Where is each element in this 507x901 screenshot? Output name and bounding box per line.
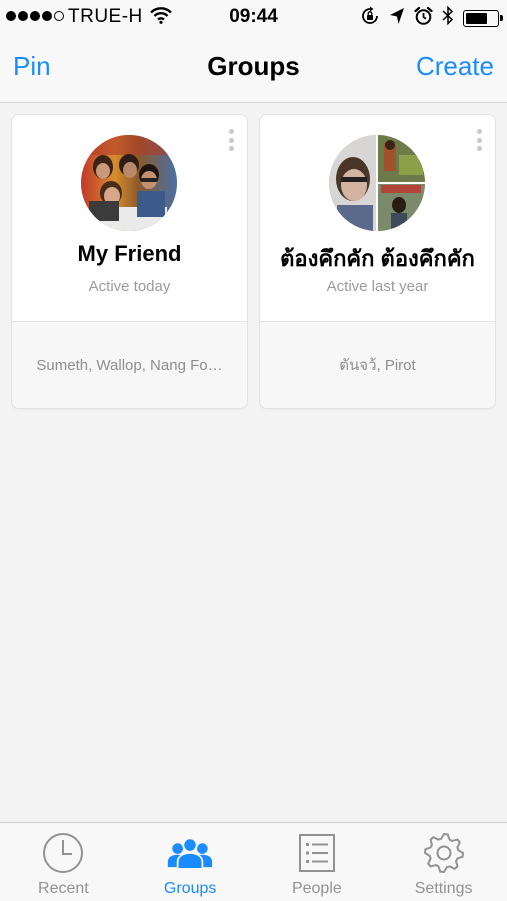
- battery-icon: [463, 10, 503, 27]
- alarm-icon: [414, 6, 433, 32]
- more-options-icon[interactable]: [225, 128, 237, 152]
- group-card[interactable]: ต้องคึกคัก ต้องคึกคัก Active last year ต…: [260, 115, 495, 408]
- gear-icon: [421, 832, 467, 874]
- tab-people[interactable]: People: [254, 823, 381, 901]
- tab-label: People: [291, 880, 342, 897]
- bluetooth-icon: [442, 5, 454, 32]
- tab-label: Groups: [163, 880, 217, 897]
- group-activity-status: Active last year: [326, 278, 429, 295]
- groups-icon: [167, 832, 213, 874]
- tab-groups[interactable]: Groups: [127, 823, 254, 901]
- group-name: My Friend: [77, 241, 182, 266]
- group-card[interactable]: My Friend Active today Sumeth, Wallop, N…: [12, 115, 247, 408]
- clock-icon: [40, 832, 86, 874]
- status-icons: [360, 5, 503, 32]
- create-button[interactable]: Create: [416, 51, 494, 82]
- tab-label: Recent: [38, 880, 89, 897]
- group-members-text: Sumeth, Wallop, Nang Fo…: [36, 356, 223, 374]
- group-activity-status: Active today: [88, 278, 171, 295]
- more-options-icon[interactable]: [473, 128, 485, 152]
- people-list-icon: [294, 832, 340, 874]
- group-members-text: ตันจว้, Pirot: [339, 357, 416, 374]
- header: TRUE-H 09:44 Pin Groups Create: [0, 0, 507, 103]
- group-members: ตันจว้, Pirot: [260, 321, 495, 408]
- group-avatar: [329, 135, 425, 231]
- tab-bar: Recent Groups People Settings: [0, 822, 507, 901]
- group-members: Sumeth, Wallop, Nang Fo…: [12, 321, 247, 408]
- status-bar: TRUE-H 09:44: [0, 0, 507, 34]
- group-avatar: [81, 135, 177, 231]
- rotation-lock-icon: [360, 6, 380, 32]
- tab-recent[interactable]: Recent: [0, 823, 127, 901]
- tab-settings[interactable]: Settings: [380, 823, 507, 901]
- group-name: ต้องคึกคัก ต้องคึกคัก: [280, 246, 475, 271]
- tab-label: Settings: [414, 880, 473, 897]
- location-arrow-icon: [389, 7, 405, 31]
